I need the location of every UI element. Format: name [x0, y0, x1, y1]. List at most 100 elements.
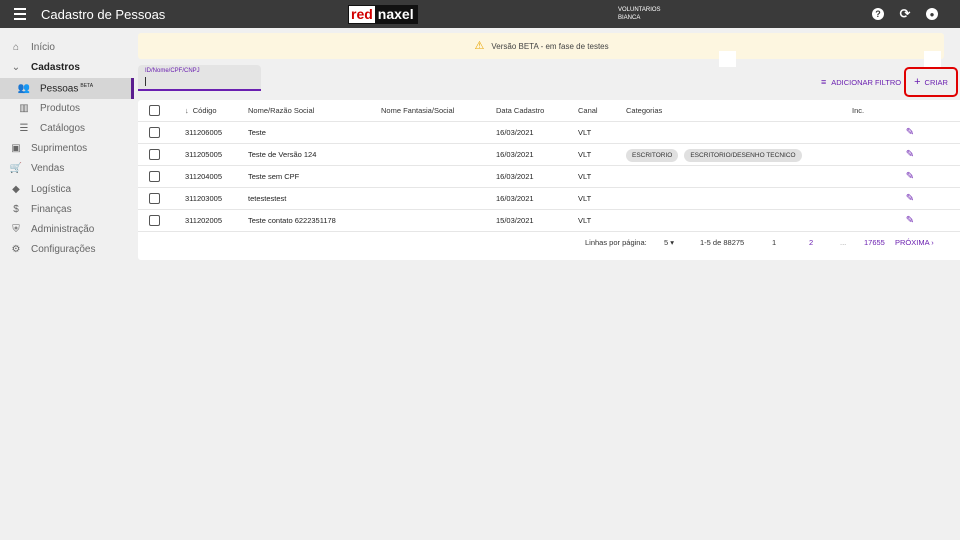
sidebar-item-vendas[interactable]: 🛒 Vendas	[0, 159, 134, 177]
page-range: 1-5 de 88275	[700, 238, 745, 247]
sidebar-item-inicio[interactable]: ⌂ Início	[0, 38, 134, 56]
beta-banner: ⚠ Versão BETA - em fase de testes	[138, 33, 944, 59]
edit-icon[interactable]: ✎	[902, 188, 918, 209]
edit-icon[interactable]: ✎	[902, 210, 918, 231]
category-chip[interactable]: ESCRITORIO	[626, 148, 679, 162]
cell-name: Teste	[248, 128, 266, 137]
logo-red-text: red	[349, 6, 375, 23]
create-button[interactable]: + CRIAR	[904, 67, 958, 97]
last-page-link[interactable]: 17655	[864, 238, 885, 247]
blank-overlay-box	[719, 51, 736, 67]
chevron-down-icon: ⌄	[11, 61, 21, 73]
header-fantasy-name[interactable]: Nome Fantasia/Social	[381, 100, 454, 121]
row-checkbox[interactable]	[149, 193, 160, 204]
pagination: Linhas por página: 5 ▾ 1-5 de 88275 1 2 …	[138, 232, 960, 256]
search-input[interactable]: ID/Nome/CPF/CNPJ	[138, 65, 261, 91]
plus-icon: +	[914, 76, 921, 88]
row-checkbox[interactable]	[149, 215, 160, 226]
table-row[interactable]: 311204005 Teste sem CPF 16/03/2021 VLT ✎	[138, 166, 960, 188]
page-2-link[interactable]: 2	[809, 238, 813, 247]
row-checkbox[interactable]	[149, 127, 160, 138]
table-header-row: ↓ Código Nome/Razão Social Nome Fantasia/…	[138, 100, 960, 122]
sidebar-item-label: Pessoas BETA	[40, 82, 94, 95]
table-row[interactable]: 311206005 Teste 16/03/2021 VLT ✎	[138, 122, 960, 144]
cell-name: tetestestest	[248, 194, 287, 203]
sidebar-item-financas[interactable]: $ Finanças	[0, 200, 134, 218]
box-icon: ▣	[11, 142, 21, 154]
cell-name: Teste de Versão 124	[248, 150, 317, 159]
edit-icon[interactable]: ✎	[902, 122, 918, 143]
page-1-link[interactable]: 1	[772, 238, 776, 247]
row-checkbox[interactable]	[149, 149, 160, 160]
table-row[interactable]: 311205005 Teste de Versão 124 16/03/2021 VL…	[138, 144, 960, 166]
rows-per-page-select[interactable]: 5 ▾	[664, 238, 674, 247]
people-icon: 👥	[17, 83, 31, 94]
blank-overlay-box	[924, 51, 941, 67]
text-cursor	[145, 77, 146, 86]
row-checkbox[interactable]	[149, 171, 160, 182]
logo-naxel-text: naxel	[374, 6, 417, 23]
sidebar-item-pessoas[interactable]: 👥 Pessoas BETA	[0, 78, 134, 99]
book-icon: ▥	[19, 102, 29, 114]
cell-name: Teste sem CPF	[248, 172, 300, 181]
sidebar-item-catalogos[interactable]: ☰ Catálogos	[0, 119, 134, 137]
cell-code: 311205005	[185, 150, 222, 159]
cell-code: 311203005	[185, 194, 222, 203]
cell-categories: ESCRITORIO ESCRITORIO/DESENHO TECNICO	[626, 144, 808, 165]
help-icon[interactable]: ?	[872, 8, 884, 20]
banner-text: Versão BETA - em fase de testes	[491, 41, 609, 51]
list-icon: ☰	[19, 122, 29, 134]
next-page-button[interactable]: PRÓXIMA ›	[895, 238, 934, 247]
header-inc[interactable]: Inc.	[852, 100, 864, 121]
edit-icon[interactable]: ✎	[902, 144, 918, 165]
sidebar-item-label: Início	[31, 41, 55, 53]
cell-date: 16/03/2021	[496, 194, 534, 203]
chevron-right-icon: ›	[931, 238, 934, 247]
select-all-checkbox[interactable]	[149, 105, 160, 116]
cell-name: Teste contato 6222351178	[248, 216, 336, 225]
cell-date: 16/03/2021	[496, 172, 534, 181]
user-name: BIANCA	[618, 15, 641, 21]
sidebar-item-label: Cadastros	[31, 61, 80, 73]
account-icon[interactable]: ●	[926, 8, 938, 20]
gear-icon: ⚙	[11, 243, 21, 255]
header-date[interactable]: Data Cadastro	[496, 100, 544, 121]
beta-badge: BETA	[80, 82, 94, 89]
sidebar-item-administracao[interactable]: ⛨ Administração	[0, 220, 134, 238]
cell-date: 16/03/2021	[496, 128, 534, 137]
page-ellipsis: ...	[840, 238, 847, 247]
sidebar-item-label: Suprimentos	[31, 142, 88, 154]
sidebar-item-cadastros[interactable]: ⌄ Cadastros	[0, 58, 134, 76]
sidebar-item-suprimentos[interactable]: ▣ Suprimentos	[0, 139, 134, 157]
cell-date: 16/03/2021	[496, 150, 534, 159]
menu-icon[interactable]	[14, 8, 26, 20]
warning-icon: ⚠	[474, 39, 485, 52]
user-org: VOLUNTARIOS	[618, 7, 661, 13]
table-row[interactable]: 311203005 tetestestest 16/03/2021 VLT ✎	[138, 188, 960, 210]
caret-down-icon: ▾	[670, 238, 675, 247]
refresh-icon[interactable]: ⟳	[899, 6, 911, 21]
filter-icon: ≡	[821, 77, 827, 87]
sidebar-item-produtos[interactable]: ▥ Produtos	[0, 99, 134, 117]
add-filter-button[interactable]: ≡ ADICIONAR FILTRO	[821, 76, 901, 88]
sidebar-item-label: Administração	[31, 223, 95, 235]
sort-arrow-down-icon: ↓	[185, 106, 189, 115]
cell-canal: VLT	[578, 172, 592, 181]
edit-icon[interactable]: ✎	[902, 166, 918, 187]
header-canal[interactable]: Canal	[578, 100, 598, 121]
sidebar-item-label: Configurações	[31, 243, 96, 255]
sidebar-item-logistica[interactable]: ◆ Logística	[0, 180, 134, 198]
header-code[interactable]: ↓ Código	[185, 100, 217, 121]
rows-per-page-label: Linhas por página:	[585, 238, 647, 247]
cell-canal: VLT	[578, 194, 592, 203]
sidebar-item-label: Catálogos	[40, 122, 86, 134]
cell-canal: VLT	[578, 128, 592, 137]
sidebar-item-configuracoes[interactable]: ⚙ Configurações	[0, 240, 134, 258]
table-row[interactable]: 311202005 Teste contato 6222351178 15/03/2…	[138, 210, 960, 232]
sidebar-item-label: Produtos	[40, 102, 81, 114]
page-title: Cadastro de Pessoas	[41, 7, 166, 22]
top-app-bar: Cadastro de Pessoas red naxel VOLUNTARIO…	[0, 0, 960, 28]
category-chip[interactable]: ESCRITORIO/DESENHO TECNICO	[684, 148, 802, 162]
header-categories[interactable]: Categorias	[626, 100, 662, 121]
header-name[interactable]: Nome/Razão Social	[248, 100, 314, 121]
